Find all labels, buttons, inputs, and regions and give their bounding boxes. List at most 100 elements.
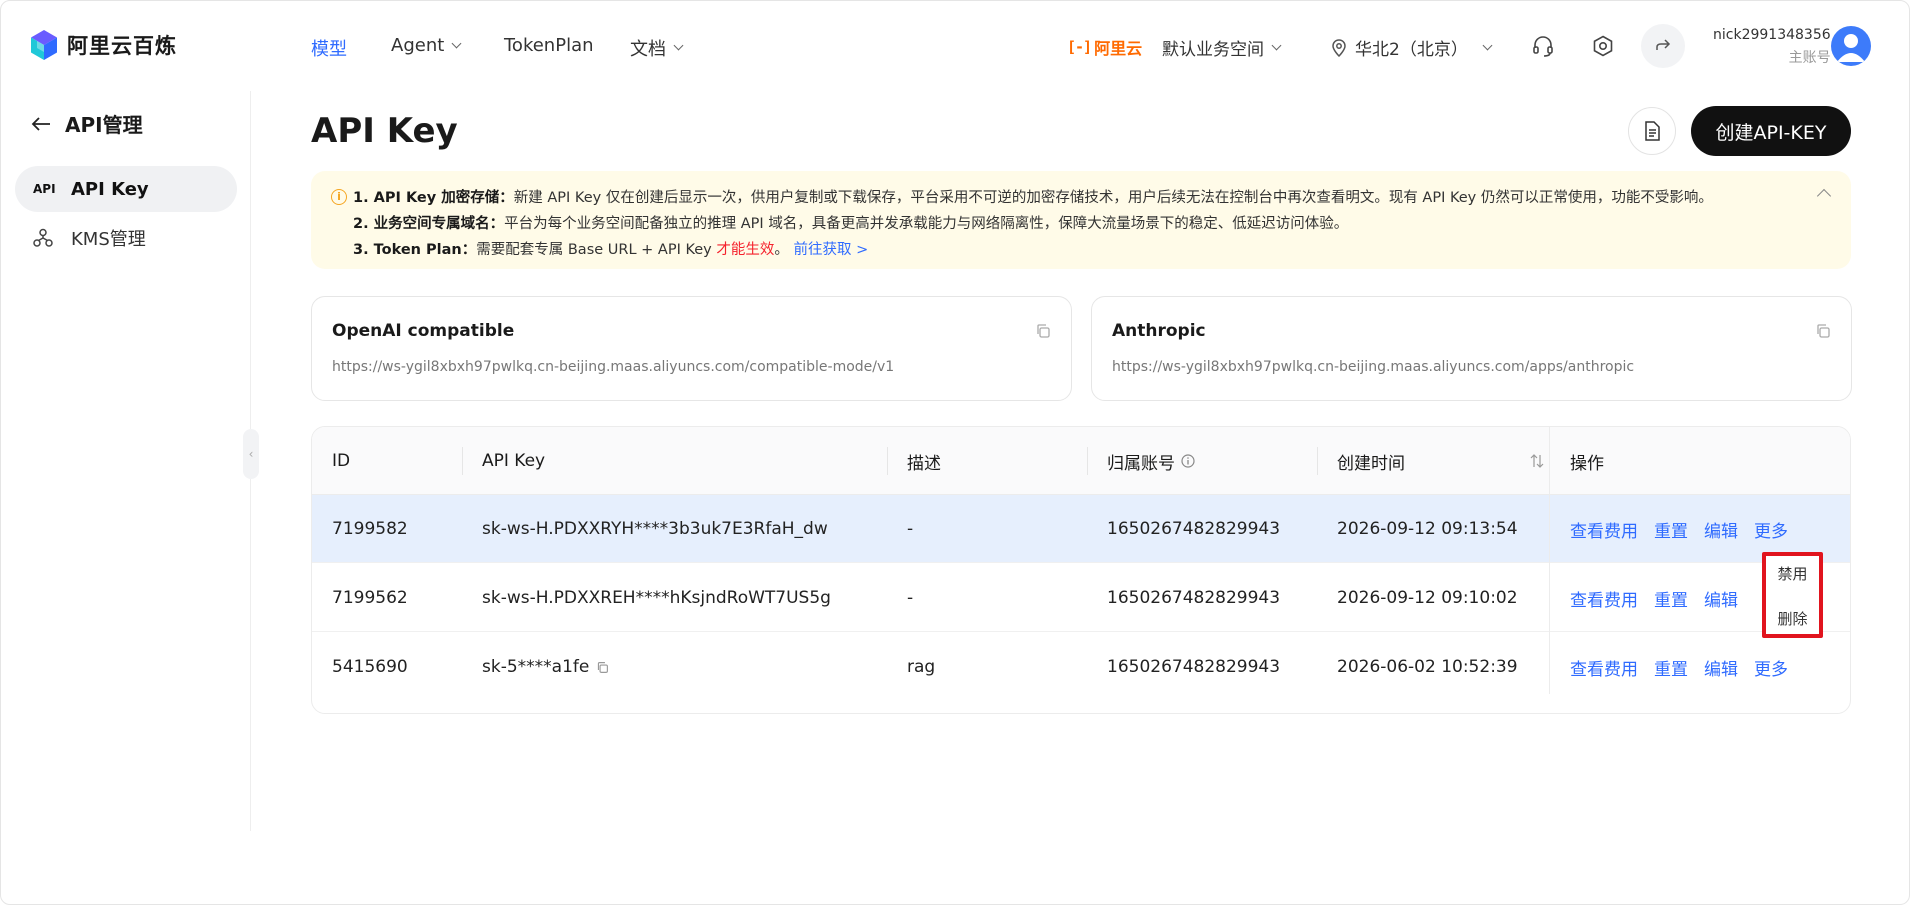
api-icon: API — [33, 182, 56, 196]
header-ops: 操作 — [1570, 453, 1604, 474]
aliyun-link[interactable]: [-] 阿里云 — [1067, 35, 1142, 59]
notice-banner: i 1. API Key 加密存储：新建 API Key 仅在创建后显示一次，供… — [311, 171, 1851, 269]
chevron-left-icon: ‹ — [248, 447, 254, 461]
cell-created: 2026-09-12 09:10:02 — [1337, 588, 1518, 608]
endpoint-card-openai: OpenAI compatible https://ws-ygil8xbxh97… — [311, 296, 1072, 401]
cell-created: 2026-06-02 10:52:39 — [1337, 657, 1518, 677]
create-api-key-button[interactable]: 创建API-KEY — [1691, 106, 1851, 156]
workspace-label: 默认业务空间 — [1162, 40, 1264, 60]
page-title: API Key — [311, 111, 458, 151]
info-icon[interactable] — [1181, 454, 1195, 468]
location-pin-icon — [1331, 38, 1347, 57]
cell-api-key: sk-ws-H.PDXXRYH****3b3uk7E3RfaH_dw — [482, 519, 828, 539]
delete-menu-item[interactable]: 删除 — [1766, 608, 1819, 629]
notice-line-3-text: 需要配套专属 Base URL + API Key — [476, 242, 717, 258]
nav-docs[interactable]: 文档 — [630, 35, 684, 61]
notice-line-3-end: 。 — [774, 242, 794, 258]
brand-logo[interactable]: 阿里云百炼 — [29, 29, 177, 61]
logout-button[interactable] — [1641, 24, 1685, 68]
sidebar-collapse-handle[interactable]: ‹ — [243, 429, 259, 479]
cell-desc: rag — [907, 657, 936, 677]
avatar[interactable] — [1831, 26, 1871, 66]
nav-model[interactable]: 模型 — [311, 35, 347, 61]
back-label: API管理 — [65, 113, 143, 137]
document-icon — [1643, 121, 1661, 141]
notice-line-2-text: 平台为每个业务空间配备独立的推理 API 域名，具备更高并发承载能力与网络隔离性… — [504, 216, 1349, 232]
more-actions-dropdown: 禁用 删除 — [1762, 552, 1823, 638]
notice-line-2: 2. 业务空间专属域名：平台为每个业务空间配备独立的推理 API 域名，具备更高… — [331, 211, 1831, 237]
nav-agent[interactable]: Agent — [391, 35, 462, 56]
api-key-table: ID API Key 描述 归属账号 创建时间 操作 7199582 sk-ws… — [311, 426, 1851, 714]
header-api-key: API Key — [482, 451, 546, 471]
table-header: ID API Key 描述 归属账号 创建时间 操作 — [312, 427, 1850, 495]
cell-id: 7199562 — [332, 588, 408, 608]
document-button[interactable] — [1628, 107, 1676, 155]
headset-icon — [1532, 35, 1554, 57]
cell-desc: - — [907, 588, 914, 608]
aliyun-label: 阿里云 — [1094, 39, 1143, 58]
notice-line-1-text: 新建 API Key 仅在创建后显示一次，供用户复制或下载保存，平台采用不可逆的… — [513, 190, 1713, 206]
cell-account: 1650267482829943 — [1107, 588, 1281, 608]
more-link[interactable]: 更多 — [1754, 655, 1788, 680]
sidebar-item-kms[interactable]: KMS管理 — [15, 215, 237, 261]
brand-name: 阿里云百炼 — [67, 34, 177, 58]
nav-docs-label: 文档 — [630, 39, 666, 60]
nav-model-label: 模型 — [311, 39, 347, 60]
endpoint-title: OpenAI compatible — [332, 321, 515, 341]
back-to-api-management[interactable]: API管理 — [31, 109, 143, 138]
cell-actions: 查看费用 重置 编辑 更多 — [1570, 633, 1804, 701]
reset-link[interactable]: 重置 — [1654, 517, 1688, 542]
copy-icon[interactable] — [1035, 323, 1051, 339]
sidebar-item-api-key[interactable]: API API Key — [15, 166, 237, 212]
view-cost-link[interactable]: 查看费用 — [1570, 517, 1638, 542]
copy-icon[interactable] — [1815, 323, 1831, 339]
cell-created: 2026-09-12 09:13:54 — [1337, 519, 1518, 539]
edit-link[interactable]: 编辑 — [1704, 586, 1738, 611]
settings-button[interactable] — [1581, 24, 1625, 68]
notice-line-1-title: 1. API Key 加密存储： — [353, 190, 514, 206]
table-row: 7199582 sk-ws-H.PDXXRYH****3b3uk7E3RfaH_… — [312, 495, 1850, 563]
support-headset-button[interactable] — [1521, 24, 1565, 68]
view-cost-link[interactable]: 查看费用 — [1570, 586, 1638, 611]
cell-api-key-value: sk-5****a1fe — [482, 657, 590, 677]
workspace-selector[interactable]: 默认业务空间 — [1162, 35, 1282, 60]
copy-icon[interactable] — [596, 661, 609, 674]
settings-hexagon-icon — [1592, 35, 1614, 57]
edit-link[interactable]: 编辑 — [1704, 517, 1738, 542]
more-link[interactable]: 更多 — [1754, 517, 1788, 542]
kms-network-icon — [33, 228, 55, 248]
notice-line-1: 1. API Key 加密存储：新建 API Key 仅在创建后显示一次，供用户… — [331, 185, 1831, 211]
top-navbar: 阿里云百炼 模型 Agent TokenPlan 文档 [-] 阿里云 默认业务… — [1, 1, 1909, 91]
user-role: 主账号 — [1788, 50, 1831, 66]
cell-id: 5415690 — [332, 657, 408, 677]
edit-link[interactable]: 编辑 — [1704, 655, 1738, 680]
disable-menu-item[interactable]: 禁用 — [1766, 563, 1819, 584]
view-cost-link[interactable]: 查看费用 — [1570, 655, 1638, 680]
sort-icon[interactable] — [1530, 453, 1544, 469]
table-row: 7199562 sk-ws-H.PDXXREH****hKsjndRoWT7US… — [312, 564, 1850, 632]
user-name: nick2991348356 — [1713, 27, 1831, 43]
app-window: 阿里云百炼 模型 Agent TokenPlan 文档 [-] 阿里云 默认业务… — [0, 0, 1910, 905]
cell-account: 1650267482829943 — [1107, 519, 1281, 539]
share-arrow-icon — [1654, 38, 1672, 54]
region-selector[interactable]: 华北2（北京） — [1331, 35, 1493, 60]
chevron-down-icon — [451, 38, 462, 48]
header-created: 创建时间 — [1337, 453, 1405, 474]
endpoint-url: https://ws-ygil8xbxh97pwlkq.cn-beijing.m… — [332, 359, 895, 375]
endpoint-url: https://ws-ygil8xbxh97pwlkq.cn-beijing.m… — [1112, 359, 1635, 375]
cell-api-key: sk-5****a1fe — [482, 633, 609, 701]
arrow-left-icon — [31, 116, 65, 132]
notice-line-3-title: 3. Token Plan： — [353, 242, 477, 258]
get-token-plan-link[interactable]: 前往获取 > — [793, 242, 868, 258]
aliyun-logo-icon: [-] — [1067, 38, 1092, 56]
endpoint-title: Anthropic — [1112, 321, 1206, 341]
reset-link[interactable]: 重置 — [1654, 586, 1688, 611]
cell-account: 1650267482829943 — [1107, 657, 1281, 677]
user-info[interactable]: nick2991348356 主账号 — [1713, 27, 1831, 67]
nav-tokenplan[interactable]: TokenPlan — [504, 35, 594, 56]
reset-link[interactable]: 重置 — [1654, 655, 1688, 680]
cell-desc: - — [907, 519, 914, 539]
chevron-down-icon — [673, 40, 684, 51]
header-id: ID — [332, 451, 351, 471]
notice-line-3-highlight: 才能生效 — [716, 242, 775, 258]
